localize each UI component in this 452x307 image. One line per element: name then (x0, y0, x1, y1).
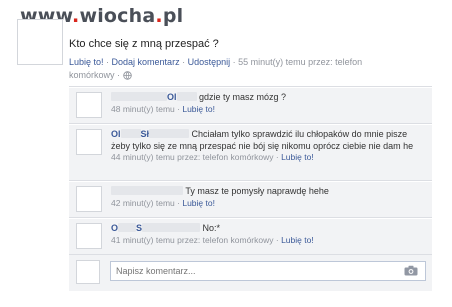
redacted-name (111, 92, 167, 101)
post-timestamp[interactable]: 55 minut(y) temu przez: telefon (238, 57, 362, 67)
redacted-name (118, 223, 137, 232)
comment-avatar[interactable] (76, 186, 102, 212)
comment-avatar[interactable] (76, 92, 102, 118)
post-comment-link[interactable]: Dodaj komentarz (112, 57, 180, 67)
redacted-name (142, 223, 201, 232)
post-meta-line2: komórkowy · (69, 70, 132, 82)
comment-like-link[interactable]: Lubię to! (281, 235, 314, 245)
post-timestamp-cont: komórkowy (69, 70, 115, 80)
globe-icon (122, 71, 132, 82)
comment-text: gdzie ty masz mózg ? (199, 92, 287, 102)
comment-input[interactable] (110, 261, 426, 281)
comment-body: Ol Sł Chciałam tylko sprawdzić ilu chłopa… (111, 129, 414, 162)
comment-item: Ol Sł Chciałam tylko sprawdzić ilu chłopa… (69, 124, 432, 181)
redacted-name (176, 92, 197, 101)
comment-author[interactable]: Ol (111, 129, 121, 139)
comment-author[interactable]: Ol (167, 92, 177, 102)
composer-avatar (76, 260, 100, 284)
comment-body: OS No:* 41 minut(y) temu przez: telefon … (111, 223, 314, 245)
post-text: Kto chce się z mną przespać ? (69, 38, 219, 50)
comment-author-surname[interactable]: Sł (141, 129, 150, 139)
comment-time[interactable]: 44 minut(y) temu przez: telefon komórkow… (111, 152, 274, 162)
comment-avatar[interactable] (76, 223, 102, 249)
comment-like-link[interactable]: Lubię to! (182, 104, 215, 114)
post-share-link[interactable]: Udostępnij (188, 57, 231, 67)
comment-time[interactable]: 42 minut(y) temu (111, 198, 175, 208)
post-actions: Lubię to! · Dodaj komentarz · Udostępnij… (69, 57, 363, 67)
post-like-link[interactable]: Lubię to! (69, 57, 104, 67)
comment-author[interactable]: O (111, 223, 118, 233)
comment-text: No:* (202, 223, 221, 233)
comment-time[interactable]: 48 minut(y) temu (111, 104, 175, 114)
comment-text: Ty masz te pomysły naprawdę hehe (185, 186, 329, 196)
comment-item: OS No:* 41 minut(y) temu przez: telefon … (69, 218, 432, 255)
comment-like-link[interactable]: Lubię to! (182, 198, 215, 208)
comment-item: Ty masz te pomysły naprawdę hehe 42 minu… (69, 181, 432, 218)
post-author-avatar[interactable] (17, 19, 63, 65)
comment-composer (69, 256, 432, 286)
comment-avatar[interactable] (76, 129, 102, 155)
comment-like-link[interactable]: Lubię to! (281, 152, 314, 162)
comment-body: Ol gdzie ty masz mózg ? 48 minut(y) temu… (111, 92, 287, 114)
redacted-name (111, 186, 183, 195)
comment-time[interactable]: 41 minut(y) temu przez: telefon komórkow… (111, 235, 274, 245)
comment-item: Ol gdzie ty masz mózg ? 48 minut(y) temu… (69, 87, 432, 124)
redacted-name (149, 129, 190, 138)
comment-body: Ty masz te pomysły naprawdę hehe 42 minu… (111, 186, 329, 208)
redacted-name (120, 129, 141, 138)
camera-icon[interactable] (404, 265, 418, 276)
